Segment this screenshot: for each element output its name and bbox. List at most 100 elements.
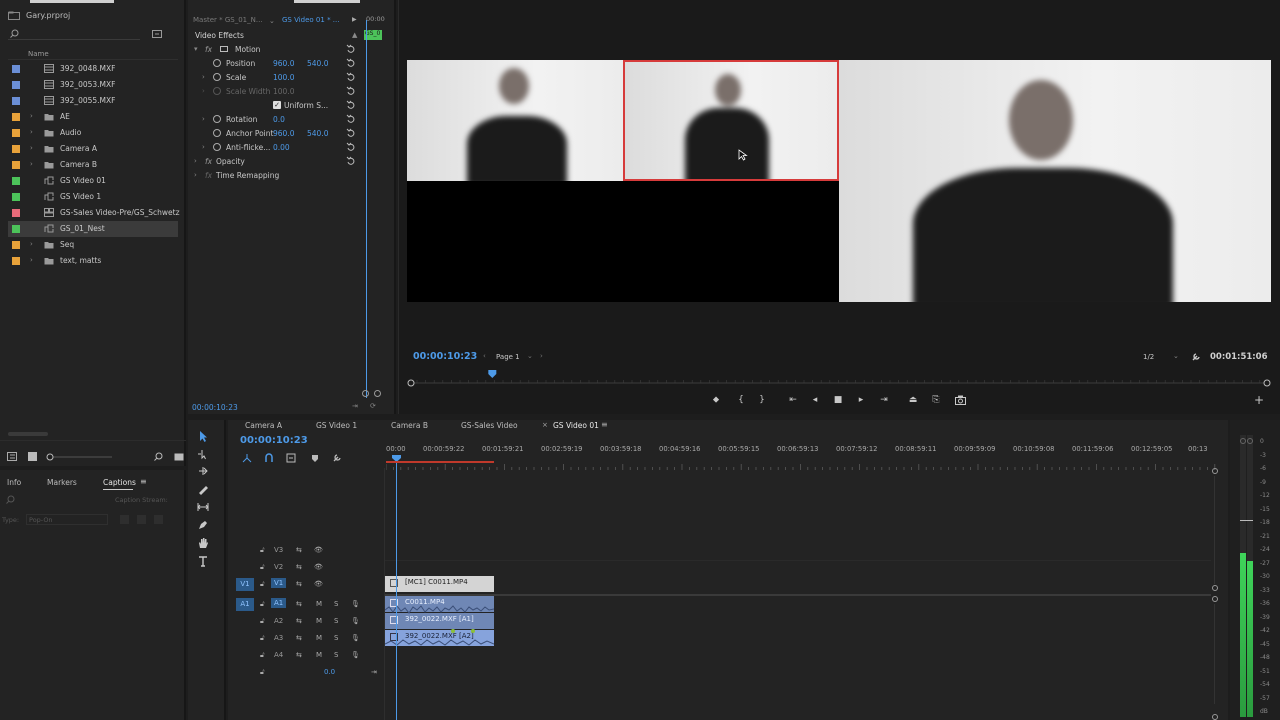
stopwatch-icon[interactable] [213,129,221,137]
lock-icon[interactable]: 🔓︎ [260,651,265,660]
master-volume-value[interactable]: 0.0 [324,668,335,676]
play-only-icon[interactable]: ▶ [352,16,357,23]
project-item[interactable]: › Camera A [8,141,178,157]
search-icon[interactable] [6,495,15,504]
next-page-icon[interactable]: › [540,352,543,360]
sync-lock-icon[interactable]: ⇆ [296,600,302,608]
go-to-out-icon[interactable]: ⇥ [878,394,890,406]
video-tile-left[interactable] [407,60,623,181]
program-scrub-bar[interactable] [407,368,1271,388]
project-item[interactable]: GS_01_Nest [8,221,178,237]
stopwatch-icon[interactable] [213,73,221,81]
tab-info[interactable]: Info [7,478,21,487]
transform-icon[interactable] [219,45,229,53]
label-color-swatch[interactable] [12,65,20,73]
anchor-x-value[interactable]: 960.0 [273,129,294,138]
time-remapping-row[interactable]: › fx Time Remapping [188,168,360,182]
anti-flicker-value[interactable]: 0.00 [273,143,290,152]
solo-button[interactable]: S [334,634,338,642]
label-color-swatch[interactable] [12,225,20,233]
add-marker-icon[interactable]: ⬥ [710,394,722,406]
lock-icon[interactable]: 🔓︎ [260,563,265,572]
lock-icon[interactable]: 🔓︎ [260,617,265,626]
lift-icon[interactable]: ⏏ [907,394,919,406]
opacity-row[interactable]: › fx Opacity [188,154,360,168]
previous-page-icon[interactable]: ‹ [483,352,486,360]
sync-lock-icon[interactable]: ⇆ [296,580,302,588]
chevron-down-icon[interactable]: ⌄ [269,17,275,25]
mark-out-icon[interactable]: } [756,394,768,406]
label-color-swatch[interactable] [12,161,20,169]
stop-icon[interactable]: ■ [832,394,844,406]
rotation-value[interactable]: 0.0 [273,115,285,124]
caption-format-icon[interactable] [137,515,146,524]
scroll-handle[interactable] [1212,585,1218,591]
disclosure-triangle-icon[interactable]: › [30,256,33,264]
selection-tool-icon[interactable] [196,429,210,443]
page-select[interactable]: Page 1 [496,353,520,361]
find-icon[interactable] [154,452,163,461]
solo-button[interactable] [1240,438,1246,444]
new-bin-footer-icon[interactable] [174,452,184,461]
project-item[interactable]: › AE [8,109,178,125]
solo-button[interactable]: S [334,651,338,659]
sync-lock-icon[interactable]: ⇆ [296,651,302,659]
hand-tool-icon[interactable] [196,536,210,550]
nest-toggle-icon[interactable] [242,453,252,463]
video-tile-selected[interactable] [623,60,839,181]
track-name[interactable]: V3 [274,546,283,554]
microphone-icon[interactable]: 🎙︎ [351,600,360,608]
eye-icon[interactable]: 👁︎ [314,580,323,588]
mini-playhead[interactable] [366,20,367,398]
lock-icon[interactable]: 🔓︎ [260,546,265,555]
project-item[interactable]: 392_0048.MXF [8,61,178,77]
track-name[interactable]: A3 [274,634,283,642]
project-tab-indicator[interactable] [30,0,114,3]
reset-icon[interactable] [346,114,356,124]
scroll-handle[interactable] [1212,468,1218,474]
sync-lock-icon[interactable]: ⇆ [296,546,302,554]
project-item[interactable]: GS-Sales Video-Pre/GS_Schwetz [8,205,180,221]
reset-icon[interactable] [346,44,356,54]
project-item[interactable]: 392_0053.MXF [8,77,178,93]
chevron-down-icon[interactable]: ⌄ [1173,352,1179,360]
zoom-slider[interactable] [44,453,114,461]
source-patch[interactable]: V1 [236,578,254,591]
reset-icon[interactable] [346,86,356,96]
reset-icon[interactable] [346,100,356,110]
mute-button[interactable]: M [316,600,322,608]
solo-button[interactable]: S [334,617,338,625]
tab-sequence-clip[interactable]: GS Video 01 * ... [282,16,339,24]
lock-icon[interactable]: 🔓︎ [260,580,265,589]
solo-button[interactable] [1247,438,1253,444]
button-editor-icon[interactable]: + [1253,394,1265,406]
type-select[interactable]: Pop-On [26,514,108,525]
label-color-swatch[interactable] [12,241,20,249]
program-playhead[interactable] [488,370,497,378]
position-y-value[interactable]: 540.0 [307,59,328,68]
label-color-swatch[interactable] [12,145,20,153]
step-back-icon[interactable]: ◂ [809,394,821,406]
add-marker-icon[interactable] [310,453,320,463]
snap-icon[interactable] [264,453,274,463]
sync-lock-icon[interactable]: ⇆ [296,617,302,625]
expand-icon[interactable]: ▾ [194,45,198,53]
label-color-swatch[interactable] [12,209,20,217]
timeline-vertical-scroll[interactable] [1212,468,1218,720]
export-frame-icon[interactable]: ⇥ [352,402,358,410]
disclosure-triangle-icon[interactable]: › [30,240,33,248]
collapse-arrow-icon[interactable]: ▲ [352,31,357,39]
program-timecode[interactable]: 00:00:10:23 [413,351,477,362]
panel-menu-icon[interactable]: ≡ [140,477,147,486]
stopwatch-icon[interactable] [213,143,221,151]
pen-tool-icon[interactable] [196,518,210,532]
label-color-swatch[interactable] [12,257,20,265]
project-search-input[interactable] [8,28,140,40]
reset-icon[interactable] [346,58,356,68]
microphone-icon[interactable]: 🎙︎ [351,651,360,659]
timeline-ruler[interactable] [386,456,1216,476]
track-name[interactable]: V2 [274,563,283,571]
timeline-playhead[interactable] [396,456,397,720]
microphone-icon[interactable]: 🎙︎ [351,617,360,625]
resolution-select[interactable]: 1/2 [1143,353,1154,361]
